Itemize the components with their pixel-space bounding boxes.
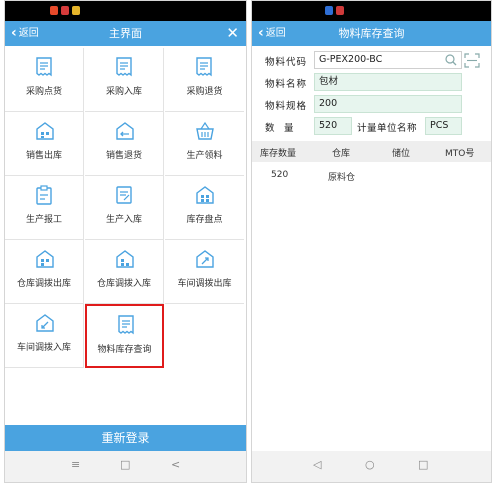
app-notification-icon	[72, 6, 80, 15]
back-nav-icon[interactable]: <	[171, 458, 180, 471]
stock-qty-cell: 520	[271, 170, 289, 180]
material-spec-row: 物料规格 200	[252, 95, 491, 115]
home-icon[interactable]: □	[120, 458, 130, 471]
material-name-field: 包材	[314, 73, 462, 91]
recent-apps-icon[interactable]: □	[418, 458, 428, 471]
tile-label: 采购退货	[186, 87, 223, 97]
tile-label: 物料库存查询	[97, 345, 152, 355]
warehouse-grid-icon	[196, 186, 214, 204]
status-bar	[252, 1, 491, 21]
tile-label: 采购入库	[105, 87, 142, 97]
app-notification-icon	[50, 6, 58, 15]
search-icon[interactable]	[445, 54, 457, 66]
tile-label: 采购点货	[25, 87, 62, 97]
tile-label: 车间调拨入库	[16, 343, 71, 353]
quantity-field: 520	[314, 117, 352, 135]
tile-label: 仓库调拨入库	[96, 279, 151, 289]
warehouse-icon	[116, 122, 134, 140]
column-header: MTO号	[445, 149, 475, 159]
app-notification-icon	[325, 6, 333, 15]
document-receipt-icon	[196, 57, 212, 77]
material-stock-query-screen: ‹ 返回 物料库存查询 物料代码 G-PEX200-BC 物料名称 包材 物料规…	[251, 0, 492, 483]
column-header: 仓库	[332, 149, 351, 159]
document-receipt-icon	[36, 57, 52, 77]
material-spec-label: 物料规格	[265, 101, 308, 112]
column-header: 储位	[392, 149, 411, 159]
warehouse-out-icon	[196, 250, 214, 268]
tile-purchase-count[interactable]: 采购点货	[5, 48, 84, 112]
form-edit-icon	[116, 186, 132, 204]
tile-workshop-transfer-out[interactable]: 车间调拨出库	[165, 240, 244, 304]
material-spec-field: 200	[314, 95, 462, 113]
title-bar: ‹ 返回 主界面 ✕	[5, 21, 246, 46]
table-row[interactable]: 520 原料仓	[252, 165, 491, 183]
quantity-label: 数 量	[265, 123, 294, 134]
back-nav-icon[interactable]: ◁	[313, 458, 321, 471]
app-notification-icon	[336, 6, 344, 15]
material-code-row: 物料代码 G-PEX200-BC	[252, 51, 491, 71]
tile-production-inbound[interactable]: 生产入库	[85, 176, 164, 240]
material-code-input[interactable]: G-PEX200-BC	[314, 51, 462, 69]
close-icon[interactable]: ✕	[226, 24, 239, 42]
tile-purchase-return[interactable]: 采购退货	[165, 48, 244, 112]
title-bar: ‹ 返回 物料库存查询	[252, 21, 491, 46]
warehouse-cell: 原料仓	[328, 173, 356, 183]
material-name-label: 物料名称	[265, 79, 308, 90]
tile-label: 仓库调拨出库	[16, 279, 71, 289]
document-receipt-icon	[118, 315, 134, 335]
quantity-row: 数 量 520 计量单位名称 PCS	[252, 117, 491, 137]
unit-field: PCS	[425, 117, 462, 135]
tile-sales-return[interactable]: 销售退货	[85, 112, 164, 176]
tile-production-picking[interactable]: 生产领料	[165, 112, 244, 176]
column-header: 库存数量	[260, 149, 297, 159]
warehouse-in-icon	[36, 314, 54, 332]
warehouse-grid-icon	[36, 250, 54, 268]
page-title: 主界面	[109, 27, 142, 40]
main-menu-screen: ‹ 返回 主界面 ✕ 采购点货 采购入库 采购退货 销售出库 销售退货 生产领料…	[4, 0, 247, 483]
warehouse-grid-icon	[116, 250, 134, 268]
tile-label: 生产入库	[105, 215, 142, 225]
page-title: 物料库存查询	[338, 27, 405, 40]
material-code-label: 物料代码	[265, 57, 308, 68]
tile-label: 库存盘点	[186, 215, 223, 225]
tile-label: 销售退货	[105, 151, 142, 161]
tile-label: 生产领料	[186, 151, 223, 161]
tile-warehouse-transfer-in[interactable]: 仓库调拨入库	[85, 240, 164, 304]
nav-bar: ≡ □ <	[5, 451, 246, 482]
document-receipt-icon	[116, 57, 132, 77]
menu-icon[interactable]: ≡	[71, 458, 80, 471]
relogin-button[interactable]: 重新登录	[5, 425, 246, 451]
basket-icon	[196, 121, 214, 140]
warehouse-icon	[36, 122, 54, 140]
tile-label: 销售出库	[25, 151, 62, 161]
scan-icon[interactable]	[464, 53, 480, 68]
app-notification-icon	[61, 6, 69, 15]
home-icon[interactable]: ○	[365, 458, 375, 471]
tile-material-stock-query[interactable]: 物料库存查询	[85, 304, 164, 368]
tile-label: 生产报工	[25, 215, 62, 225]
material-name-row: 物料名称 包材	[252, 73, 491, 93]
clipboard-icon	[36, 185, 52, 205]
unit-label: 计量单位名称	[357, 123, 418, 134]
tile-production-report[interactable]: 生产报工	[5, 176, 84, 240]
nav-bar: ◁ ○ □	[252, 451, 491, 482]
tile-workshop-transfer-in[interactable]: 车间调拨入库	[5, 304, 84, 368]
tile-warehouse-transfer-out[interactable]: 仓库调拨出库	[5, 240, 84, 304]
tile-sales-outbound[interactable]: 销售出库	[5, 112, 84, 176]
tile-purchase-inbound[interactable]: 采购入库	[85, 48, 164, 112]
tile-stocktaking[interactable]: 库存盘点	[165, 176, 244, 240]
tile-label: 车间调拨出库	[177, 279, 232, 289]
stock-table-header: 库存数量 仓库 储位 MTO号	[252, 141, 491, 162]
status-bar	[5, 1, 246, 21]
